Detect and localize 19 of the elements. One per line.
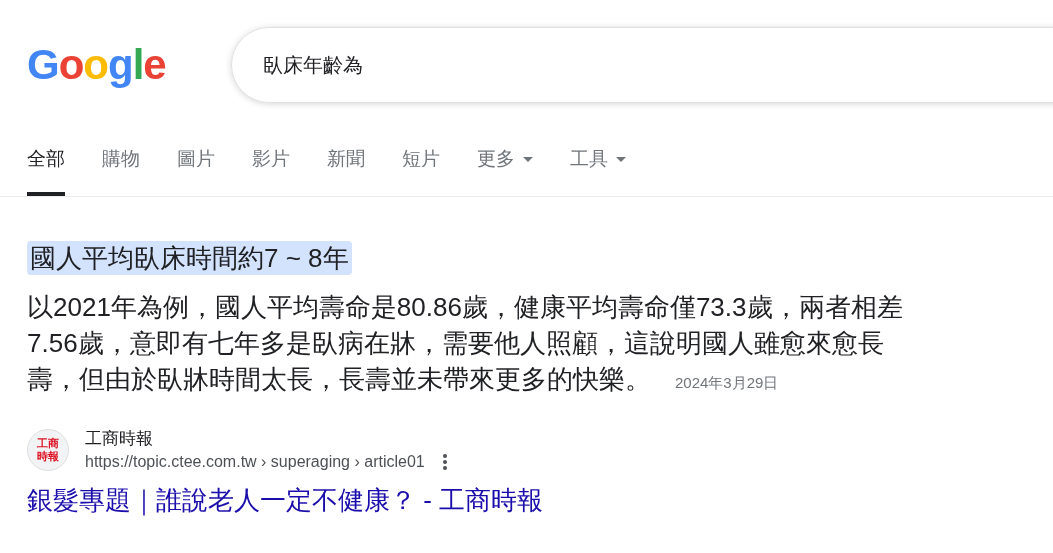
snippet-date: 2024年3月29日	[675, 374, 779, 391]
snippet-heading: 國人平均臥床時間約7 ~ 8年	[27, 241, 352, 275]
tab[interactable]: 工具	[570, 122, 626, 196]
tab[interactable]: 全部	[27, 122, 65, 196]
google-logo[interactable]: Google	[27, 44, 207, 86]
tab[interactable]: 更多	[477, 122, 533, 196]
result-title-link[interactable]: 銀髮專題｜誰說老人一定不健康？ - 工商時報	[27, 483, 1053, 517]
caret-icon	[523, 156, 533, 162]
tab[interactable]: 新聞	[327, 122, 365, 196]
tab[interactable]: 短片	[402, 122, 440, 196]
tab[interactable]: 圖片	[177, 122, 215, 196]
snippet-text: 以2021年為例，國人平均壽命是80.86歲，健康平均壽命僅73.3歲，兩者相差7.56歲，意即有七年多是臥病在牀，需要他人照顧，這說明國人雖愈來愈長壽，但由於臥牀時間太長，長壽並未帶來更多的快樂。 2024年3月29日	[27, 291, 904, 396]
more-options-icon[interactable]	[442, 454, 447, 470]
tab[interactable]: 購物	[102, 122, 140, 196]
site-favicon: 工商 時報	[27, 429, 69, 471]
site-name: 工商時報	[85, 428, 154, 450]
tab[interactable]: 影片	[252, 122, 290, 196]
result-url: https://topic.ctee.com.tw › superaging › article01	[85, 452, 425, 472]
caret-icon	[616, 156, 626, 162]
